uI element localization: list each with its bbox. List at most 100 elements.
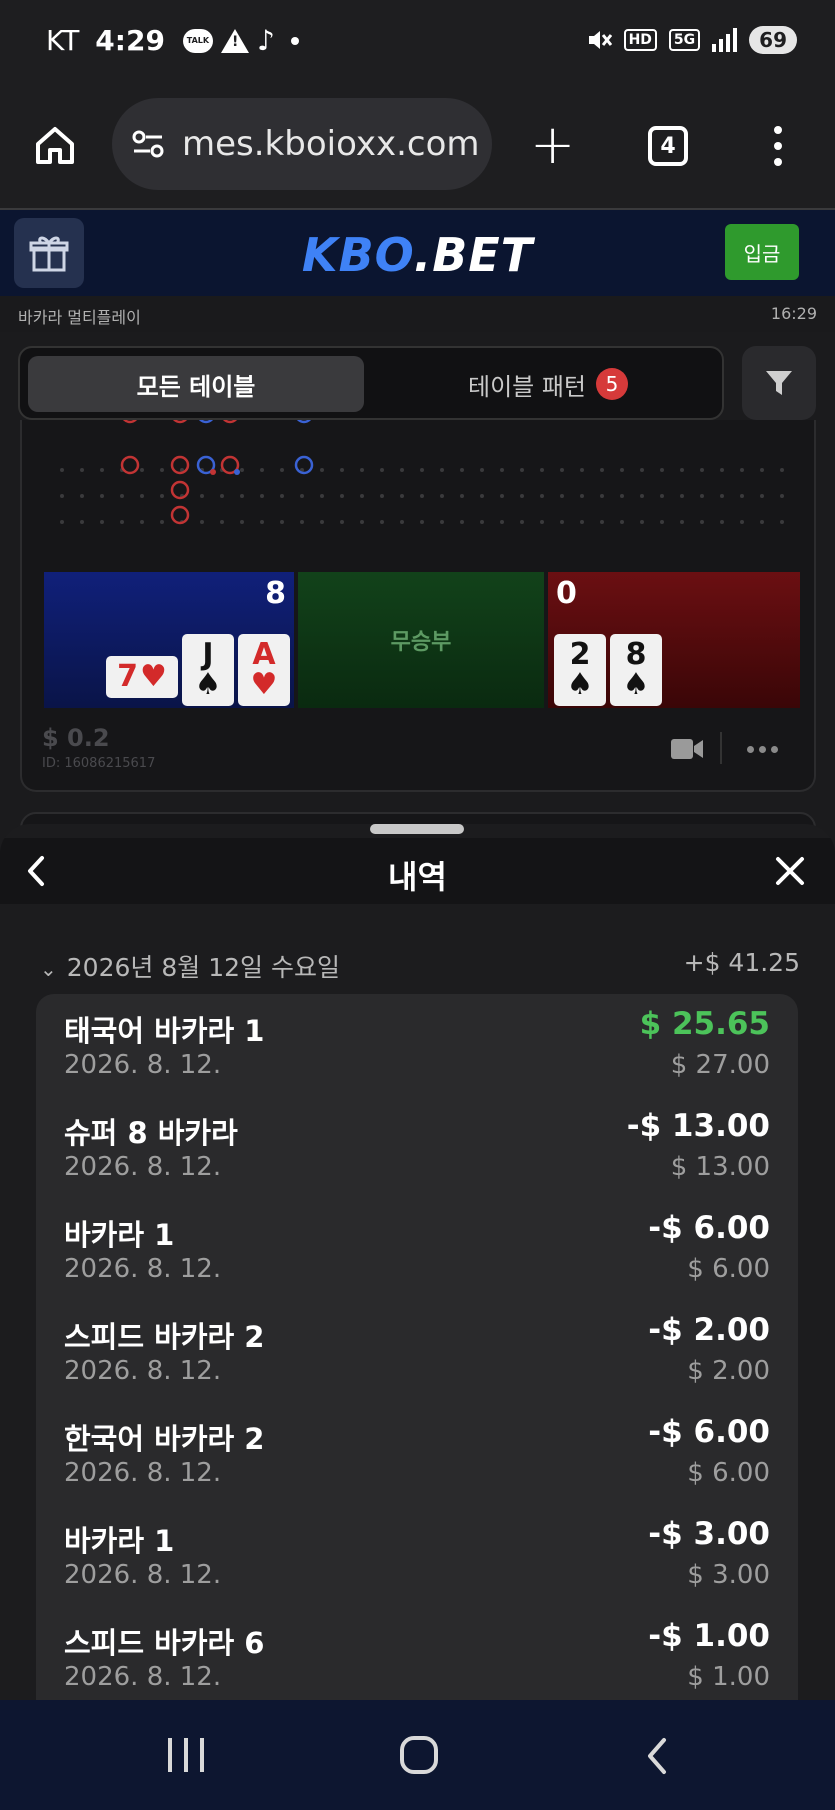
- history-item[interactable]: 바카라 1 2026. 8. 12. -$ 6.00 $ 6.00: [64, 1198, 770, 1300]
- date-group-label: 2026년 8월 12일 수요일: [66, 953, 340, 982]
- url-text[interactable]: mes.kboioxx.com: [182, 124, 482, 164]
- sheet-drag-handle[interactable]: [370, 824, 464, 834]
- bet-result: -$ 13.00: [626, 1108, 770, 1144]
- bet-date: 2026. 8. 12.: [64, 1152, 222, 1182]
- banker-score: 0: [556, 576, 577, 611]
- carrier-label: KT: [46, 24, 80, 57]
- mute-icon: [588, 31, 612, 49]
- site-settings-icon[interactable]: [130, 126, 166, 162]
- date-group-header[interactable]: ⌄ 2026년 8월 12일 수요일 +$ 41.25: [40, 948, 800, 988]
- bet-date: 2026. 8. 12.: [64, 1458, 222, 1488]
- bet-result: $ 25.65: [639, 1006, 770, 1042]
- sheet-header: 내역: [0, 838, 835, 904]
- logo-part-kbo: KBO: [301, 228, 414, 282]
- date-group-total: +$ 41.25: [683, 948, 800, 977]
- player-card-3: A ♥: [238, 634, 290, 706]
- game-name: 한국어 바카라 2: [64, 1422, 265, 1456]
- history-item[interactable]: 슈퍼 8 바카라 2026. 8. 12. -$ 13.00 $ 13.00: [64, 1096, 770, 1198]
- bet-date: 2026. 8. 12.: [64, 1662, 222, 1692]
- network-5g-icon: 5G: [668, 29, 701, 51]
- game-name: 태국어 바카라 1: [64, 1014, 265, 1048]
- page-label: 바카라 멀티플레이: [18, 308, 141, 327]
- history-item[interactable]: 바카라 1 2026. 8. 12. -$ 3.00 $ 3.00: [64, 1504, 770, 1606]
- player-area[interactable]: 8 7 ♥ J ♠ A ♥: [44, 572, 294, 708]
- system-nav-bar: [0, 1700, 835, 1810]
- banker-area[interactable]: 0 2 ♠ 8 ♠: [548, 572, 800, 708]
- status-bar: KT 4:29 TALK ♪ HD 5G 69: [0, 0, 835, 86]
- deposit-button[interactable]: 입금: [725, 224, 799, 280]
- site-logo[interactable]: KBO.BET: [0, 228, 835, 282]
- new-tab-icon[interactable]: +: [530, 118, 575, 172]
- game-name: 바카라 1: [64, 1524, 175, 1558]
- kakaotalk-icon: TALK: [182, 28, 213, 53]
- warning-icon: [220, 28, 249, 53]
- page-clock: 16:29: [770, 304, 817, 323]
- road-map: [60, 420, 784, 525]
- player-card-1: 7 ♥: [106, 656, 178, 698]
- bet-result: -$ 6.00: [648, 1210, 770, 1246]
- bet-date: 2026. 8. 12.: [64, 1254, 222, 1284]
- hd-voice-icon: HD: [623, 29, 657, 51]
- divider: [720, 732, 722, 764]
- bet-result: -$ 3.00: [648, 1516, 770, 1552]
- bet-stake: $ 27.00: [670, 1050, 770, 1080]
- tab-table-pattern[interactable]: 테이블 패턴 5: [380, 356, 716, 412]
- banker-card-2: 8 ♠: [610, 634, 662, 706]
- history-list: 태국어 바카라 1 2026. 8. 12. $ 25.65 $ 27.00 슈…: [36, 994, 798, 1700]
- battery-icon: 69: [749, 26, 797, 54]
- game-name: 스피드 바카라 6: [64, 1626, 265, 1660]
- baccarat-table-card[interactable]: 8 7 ♥ J ♠ A ♥ 무승부 0 2 ♠ 8 ♠ $ 0.2 ID: 1608621…: [20, 420, 816, 792]
- game-name: 슈퍼 8 바카라: [64, 1116, 238, 1150]
- bet-stake: $ 13.00: [670, 1152, 770, 1182]
- bet-result: -$ 1.00: [648, 1618, 770, 1654]
- browser-toolbar: mes.kboioxx.com + 4: [0, 86, 835, 210]
- history-item[interactable]: 스피드 바카라 6 2026. 8. 12. -$ 1.00 $ 1.00: [64, 1606, 770, 1700]
- sheet-title: 내역: [388, 858, 447, 896]
- page-info-bar: 바카라 멀티플레이 16:29: [0, 296, 835, 332]
- chevron-down-icon: ⌄: [40, 957, 57, 981]
- more-options-icon[interactable]: [747, 746, 778, 753]
- bet-date: 2026. 8. 12.: [64, 1356, 222, 1386]
- filter-icon: [766, 371, 792, 395]
- nav-back-icon[interactable]: [640, 1736, 674, 1776]
- bet-stake: $ 6.00: [687, 1254, 770, 1284]
- clock-time: 4:29: [95, 24, 165, 57]
- pattern-count-badge: 5: [596, 368, 629, 400]
- bet-result: -$ 2.00: [648, 1312, 770, 1348]
- site-header: KBO.BET 입금: [0, 210, 835, 296]
- table-view-tabs: 모든 테이블 테이블 패턴 5: [18, 346, 724, 420]
- banker-card-1: 2 ♠: [554, 634, 606, 706]
- player-score: 8: [265, 576, 286, 611]
- tab-switcher-button[interactable]: 4: [648, 126, 688, 166]
- home-icon[interactable]: [34, 124, 76, 166]
- signal-icon: [712, 28, 738, 52]
- tab-all-tables[interactable]: 모든 테이블: [28, 356, 364, 412]
- filter-button[interactable]: [742, 346, 816, 420]
- logo-part-bet: .BET: [413, 228, 534, 282]
- address-bar[interactable]: mes.kboioxx.com: [112, 98, 492, 190]
- video-camera-icon[interactable]: [670, 736, 704, 762]
- current-round: 8 7 ♥ J ♠ A ♥ 무승부 0 2 ♠ 8 ♠: [44, 572, 800, 708]
- tiktok-icon: ♪: [256, 24, 275, 57]
- close-icon[interactable]: [773, 854, 807, 888]
- recent-apps-icon[interactable]: [168, 1738, 204, 1772]
- bet-result: -$ 6.00: [648, 1414, 770, 1450]
- bet-date: 2026. 8. 12.: [64, 1560, 222, 1590]
- player-card-2: J ♠: [182, 634, 234, 706]
- bet-stake: $ 1.00: [687, 1662, 770, 1692]
- tie-area[interactable]: 무승부: [298, 572, 544, 708]
- history-item[interactable]: 태국어 바카라 1 2026. 8. 12. $ 25.65 $ 27.00: [64, 994, 770, 1096]
- bet-stake: $ 2.00: [687, 1356, 770, 1386]
- tab-table-pattern-label: 테이블 패턴: [467, 372, 587, 401]
- game-name: 바카라 1: [64, 1218, 175, 1252]
- history-sheet: 내역 ⌄ 2026년 8월 12일 수요일 +$ 41.25 태국어 바카라 1 …: [0, 824, 835, 1700]
- game-id: ID: 16086215617: [42, 756, 156, 771]
- browser-menu-icon[interactable]: [774, 126, 782, 166]
- notification-dot-icon: [290, 36, 299, 45]
- history-item[interactable]: 한국어 바카라 2 2026. 8. 12. -$ 6.00 $ 6.00: [64, 1402, 770, 1504]
- game-name: 스피드 바카라 2: [64, 1320, 265, 1354]
- bet-amount: $ 0.2: [42, 724, 110, 752]
- bet-stake: $ 3.00: [687, 1560, 770, 1590]
- history-item[interactable]: 스피드 바카라 2 2026. 8. 12. -$ 2.00 $ 2.00: [64, 1300, 770, 1402]
- nav-home-icon[interactable]: [400, 1736, 438, 1774]
